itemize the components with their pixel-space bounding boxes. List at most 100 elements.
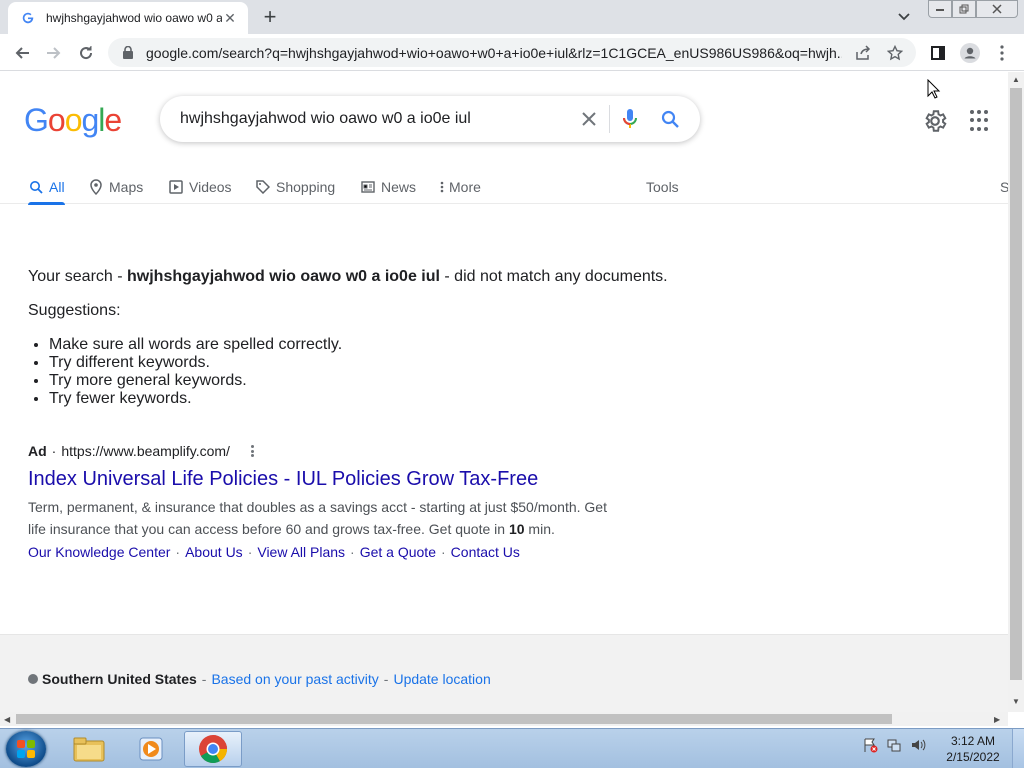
google-favicon-icon (20, 10, 36, 26)
reload-icon[interactable] (74, 41, 98, 65)
suggestions-list: Make sure all words are spelled correctl… (49, 336, 342, 408)
forward-arrow-icon[interactable] (42, 41, 66, 65)
clock-time: 3:12 AM (950, 734, 996, 748)
scroll-down-arrow-icon[interactable]: ▼ (1012, 698, 1020, 706)
share-icon[interactable] (852, 42, 874, 64)
chrome-icon (199, 735, 227, 763)
sitelink-view-all-plans[interactable]: View All Plans (257, 544, 345, 560)
tab-all[interactable]: All (28, 172, 65, 205)
mouse-cursor-icon (927, 78, 941, 99)
ad-label: Ad (28, 443, 47, 459)
clock-date: 2/15/2022 (946, 750, 1000, 764)
ad-title-link[interactable]: Index Universal Life Policies - IUL Poli… (28, 468, 538, 491)
horizontal-scroll-thumb[interactable] (16, 714, 892, 724)
tools-button[interactable]: Tools (646, 172, 679, 202)
windows-logo-icon (17, 740, 35, 758)
no-results-message: Your search - hwjhshgayjahwod wio oawo w… (28, 268, 668, 286)
vertical-scrollbar[interactable]: ▲ ▼ (1008, 72, 1024, 712)
vertical-scroll-thumb[interactable] (1010, 88, 1022, 680)
sitelink-about-us[interactable]: About Us (185, 544, 243, 560)
scroll-up-arrow-icon[interactable]: ▲ (1012, 76, 1020, 84)
clear-search-icon[interactable] (569, 99, 609, 139)
network-icon[interactable] (886, 737, 902, 753)
page-footer: Southern United States - Based on your p… (0, 634, 1008, 712)
tab-shopping[interactable]: Shopping (255, 172, 335, 202)
logo-letter: o (64, 102, 83, 138)
update-location-link[interactable]: Update location (393, 671, 490, 687)
taskbar-chrome[interactable] (184, 731, 242, 767)
sitelink-knowledge-center[interactable]: Our Knowledge Center (28, 544, 170, 560)
profile-avatar-icon[interactable] (958, 41, 982, 65)
suggestion-item: Make sure all words are spelled correctl… (49, 336, 342, 354)
map-pin-icon (88, 179, 104, 195)
google-logo[interactable]: Google (24, 102, 122, 139)
location-dot-icon (28, 674, 38, 684)
ad-display-url[interactable]: https://www.beamplify.com/ (61, 443, 230, 459)
voice-search-mic-icon[interactable] (610, 99, 650, 139)
tab-search-chevron-icon[interactable] (894, 7, 914, 27)
safesearch-button[interactable]: S (1000, 172, 1008, 202)
close-window-button[interactable] (976, 0, 1018, 18)
browser-tab[interactable]: hwjhshgayjahwod wio oawo w0 a io0e iul -… (8, 2, 248, 34)
search-input[interactable] (180, 110, 569, 128)
search-results-page: Google All Maps (0, 72, 1008, 712)
tab-close-icon[interactable]: ✕ (222, 10, 238, 26)
logo-letter: e (104, 102, 122, 138)
settings-gear-icon[interactable] (922, 108, 948, 134)
safesearch-label: S (1000, 179, 1008, 195)
search-submit-icon[interactable] (650, 99, 690, 139)
tab-videos[interactable]: Videos (168, 172, 232, 202)
logo-letter: o (47, 102, 66, 138)
suggestion-item: Try fewer keywords. (49, 390, 342, 408)
suggestion-item: Try more general keywords. (49, 372, 342, 390)
tab-news-label: News (381, 179, 417, 195)
new-tab-button[interactable]: + (258, 4, 282, 29)
scroll-right-arrow-icon[interactable]: ▶ (994, 715, 1000, 724)
show-desktop-button[interactable] (1012, 729, 1024, 768)
ad-options-icon[interactable] (248, 443, 258, 459)
start-button[interactable] (6, 731, 46, 767)
bookmark-star-icon[interactable] (884, 42, 906, 64)
side-panel-icon[interactable] (926, 41, 950, 65)
url-text[interactable]: google.com/search?q=hwjhshgayjahwod+wio+… (146, 45, 842, 61)
tab-news[interactable]: News (360, 172, 416, 202)
ad-description: Term, permanent, & insurance that double… (28, 496, 618, 540)
tab-more[interactable]: More (438, 172, 481, 202)
restore-button[interactable] (952, 0, 976, 18)
taskbar-media-player[interactable] (122, 731, 180, 767)
ad-header: Ad · https://www.beamplify.com/ (28, 443, 258, 459)
sitelink-contact-us[interactable]: Contact Us (451, 544, 520, 560)
scroll-left-arrow-icon[interactable]: ◀ (4, 715, 10, 724)
tab-title: hwjhshgayjahwod wio oawo w0 a io0e iul -… (46, 11, 222, 25)
no-results-query: hwjhshgayjahwod wio oawo w0 a io0e iul (127, 268, 440, 285)
action-center-flag-icon[interactable] (862, 737, 878, 753)
volume-speaker-icon[interactable] (910, 737, 926, 753)
sitelink-get-a-quote[interactable]: Get a Quote (360, 544, 436, 560)
minimize-button[interactable] (928, 0, 952, 18)
tab-all-label: All (49, 179, 65, 195)
search-nav-tabs: All Maps Videos Shopping News More Tools… (0, 168, 1008, 205)
lock-icon[interactable] (122, 46, 134, 60)
ad-desc-end: min. (524, 521, 555, 537)
tab-maps[interactable]: Maps (88, 172, 143, 202)
ad-separator: · (51, 443, 57, 459)
media-player-icon (139, 737, 163, 761)
system-tray (862, 737, 926, 753)
based-on-activity-link[interactable]: Based on your past activity (211, 671, 378, 687)
taskbar-clock[interactable]: 3:12 AM 2/15/2022 (940, 733, 1006, 765)
suggestion-item: Try different keywords. (49, 354, 342, 372)
horizontal-scrollbar[interactable]: ◀ ▶ (0, 712, 1008, 726)
suggestions-title: Suggestions: (28, 302, 121, 319)
google-apps-grid-icon[interactable] (970, 110, 992, 132)
tab-maps-label: Maps (109, 179, 144, 195)
newspaper-icon (360, 179, 376, 195)
tag-icon (255, 179, 271, 195)
browser-menu-icon[interactable] (990, 41, 1014, 65)
more-vert-icon (438, 179, 446, 195)
sitelink-separator: · (175, 544, 181, 560)
tab-shopping-label: Shopping (276, 179, 336, 195)
back-arrow-icon[interactable] (10, 41, 34, 65)
location-line: Southern United States - Based on your p… (28, 671, 491, 687)
address-bar[interactable]: google.com/search?q=hwjhshgayjahwod+wio+… (108, 38, 916, 67)
taskbar-file-explorer[interactable] (60, 731, 118, 767)
